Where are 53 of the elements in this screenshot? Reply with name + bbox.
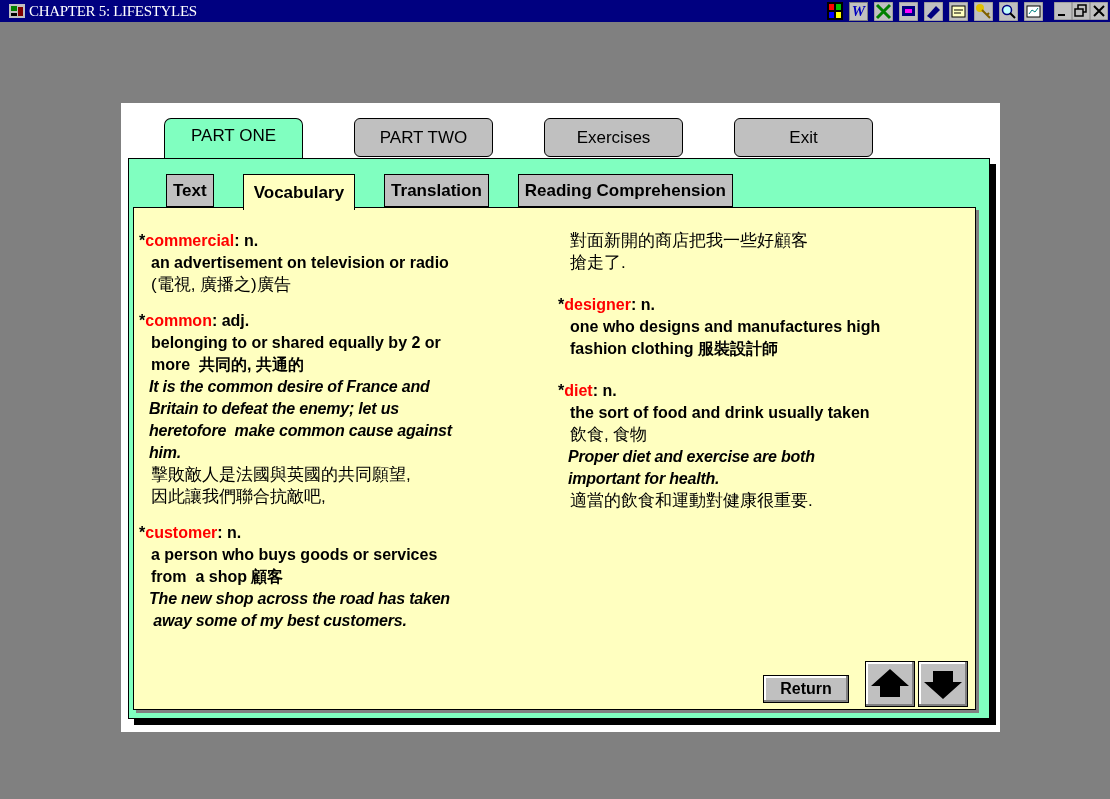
example-sentence: heretofore make common cause against (148, 421, 454, 441)
definition-text: the sort of food and drink usually taken (569, 403, 871, 423)
note-icon[interactable] (949, 1, 968, 21)
translation-text: 搶走了. (569, 252, 627, 274)
definition-text: fashion clothing 服裝設計師 (569, 339, 779, 359)
chapter-tab[interactable]: Exercises (544, 118, 683, 157)
chart-icon[interactable] (1024, 1, 1043, 21)
section-tab[interactable]: Reading Comprehension (517, 174, 733, 207)
definition-text: belonging to or shared equally by 2 or (150, 333, 442, 353)
chapter-tab[interactable]: PART ONE (164, 118, 303, 158)
example-sentence: Proper diet and exercise are both (567, 447, 816, 467)
return-button[interactable]: Return (763, 675, 849, 703)
scroll-up-button[interactable] (865, 661, 915, 707)
vocabulary-term: *customer: n. (139, 523, 243, 543)
example-sentence: It is the common desire of France and (148, 377, 431, 397)
example-sentence: important for health. (567, 469, 721, 489)
grid-icon[interactable] (827, 2, 843, 20)
screen-icon[interactable] (899, 1, 918, 21)
definition-text: more 共同的, 共通的 (150, 355, 305, 375)
translation-text: 對面新開的商店把我一些好顧客 (569, 230, 809, 252)
definition-text: an advertisement on television or radio (150, 253, 450, 273)
window-title: CHAPTER 5: LIFESTYLES (29, 1, 197, 21)
pen-icon[interactable] (924, 1, 943, 21)
section-tab[interactable]: Translation (384, 174, 489, 207)
example-sentence: him. (148, 443, 183, 463)
example-sentence: The new shop across the road has taken (148, 589, 451, 609)
key-icon[interactable] (974, 1, 993, 21)
vocabulary-term: *diet: n. (558, 381, 618, 401)
magnifier-icon[interactable] (999, 1, 1018, 21)
definition-text: from a shop 顧客 (150, 567, 285, 587)
definition-text: a person who buys goods or services (150, 545, 439, 565)
app-icon (8, 3, 26, 19)
vocabulary-term: *common: adj. (139, 311, 251, 331)
example-sentence: away some of my best customers. (152, 611, 408, 631)
definition-text: one who designs and manufactures high (569, 317, 882, 337)
translation-text: 飲食, 食物 (569, 424, 649, 446)
section-tab[interactable]: Vocabulary (242, 174, 356, 210)
vocabulary-term: *designer: n. (558, 295, 656, 315)
chapter-tab[interactable]: Exit (734, 118, 873, 157)
letter-icon[interactable]: W (849, 1, 868, 21)
translation-text: 適當的飲食和運動對健康很重要. (569, 490, 814, 512)
scroll-down-button[interactable] (918, 661, 968, 707)
section-tab[interactable]: Text (166, 174, 214, 207)
restore-icon[interactable] (1072, 2, 1090, 20)
vocabulary-term: *commercial: n. (139, 231, 260, 251)
close-icon[interactable] (1090, 2, 1108, 20)
cross-icon[interactable] (874, 1, 893, 21)
translation-text: 擊敗敵人是法國與英國的共同願望, (150, 464, 412, 486)
example-sentence: Britain to defeat the enemy; let us (148, 399, 400, 419)
chapter-tab[interactable]: PART TWO (354, 118, 493, 157)
minimize-icon[interactable] (1054, 2, 1072, 20)
translation-text: 因此讓我們聯合抗敵吧, (150, 486, 327, 508)
translation-text: (電視, 廣播之)廣告 (150, 274, 292, 296)
